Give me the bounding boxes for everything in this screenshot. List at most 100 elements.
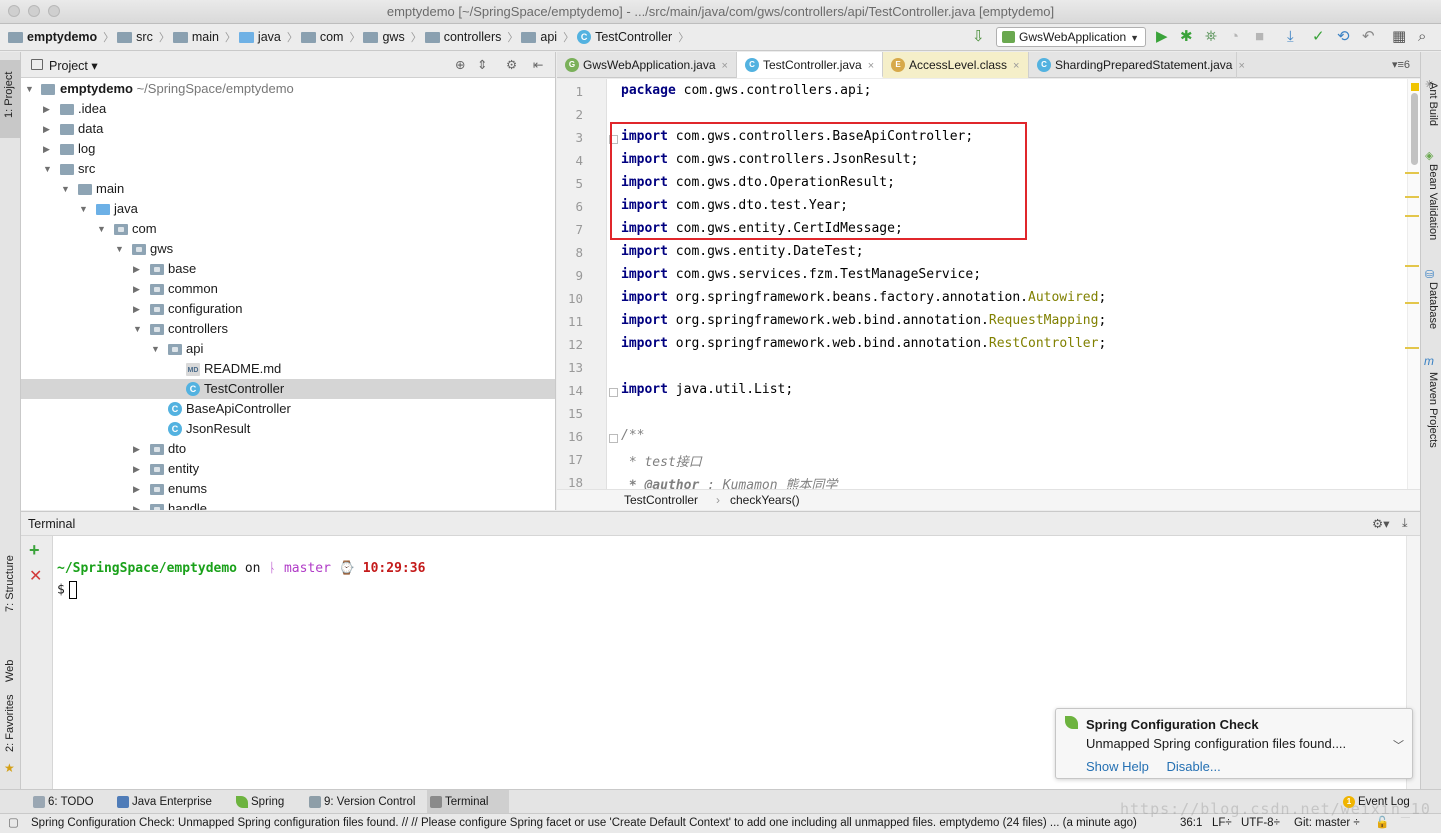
tree-item-java[interactable]: ▼ java <box>21 199 555 219</box>
breadcrumb-method[interactable]: checkYears() <box>730 490 800 510</box>
vcs-history-icon[interactable]: ⟲ <box>1337 29 1350 45</box>
line-separator[interactable]: LF÷ <box>1212 814 1232 833</box>
new-session-icon[interactable]: + <box>29 540 40 561</box>
error-stripe-mark[interactable] <box>1405 265 1419 267</box>
vcs-branch[interactable]: Git: master ÷ <box>1294 814 1360 833</box>
close-icon[interactable]: × <box>1238 60 1244 72</box>
tool-window-favorites-button[interactable]: 2: Favorites <box>4 695 16 752</box>
tree-item-api[interactable]: ▼ api <box>21 339 555 359</box>
tool-window-project-button[interactable]: 1: Project <box>0 60 21 138</box>
tab-shardingpreparedstatement[interactable]: C ShardingPreparedStatement.java × <box>1029 52 1245 78</box>
tool-window-ant-button[interactable]: Ant Build <box>1427 82 1439 126</box>
tree-item-root[interactable]: ▼ emptydemo ~/SpringSpace/emptydemo <box>21 79 555 99</box>
vcs-commit-icon[interactable]: ✓ <box>1312 29 1325 45</box>
editor-scrollbar[interactable] <box>1407 79 1420 489</box>
tree-item-src[interactable]: ▼ src <box>21 159 555 179</box>
scroll-from-source-icon[interactable]: ⊕ <box>455 57 465 72</box>
tree-item-testcontroller[interactable]: C TestController <box>21 379 555 399</box>
status-message[interactable]: Spring Configuration Check: Unmapped Spr… <box>31 814 1171 833</box>
debug-icon[interactable]: ✱ <box>1180 29 1193 45</box>
tool-window-bean-button[interactable]: Bean Validation <box>1427 164 1439 240</box>
breadcrumb-item-src[interactable]: src 〉 <box>117 29 170 45</box>
tool-window-structure-button[interactable]: 7: Structure <box>4 555 16 612</box>
tree-item-data[interactable]: ▶ data <box>21 119 555 139</box>
breadcrumb-class[interactable]: TestController <box>624 490 698 510</box>
tree-item-common[interactable]: ▶ common <box>21 279 555 299</box>
hide-icon[interactable]: ⤓ <box>1402 516 1408 531</box>
tab-spring[interactable]: Spring <box>233 790 293 814</box>
tab-java-enterprise[interactable]: Java Enterprise <box>114 790 224 814</box>
breadcrumb-item-main[interactable]: main 〉 <box>172 29 236 45</box>
lock-icon[interactable]: 🔓 <box>1375 814 1389 833</box>
tool-window-web-button[interactable]: Web <box>4 660 16 682</box>
cursor-position[interactable]: 36:1 <box>1180 814 1202 833</box>
tree-item-readme[interactable]: MD README.md <box>21 359 555 379</box>
breadcrumb-item-java[interactable]: java 〉 <box>238 29 298 45</box>
run-icon[interactable]: ▶ <box>1156 29 1168 45</box>
breadcrumb-item-testcontroller[interactable]: C TestController 〉 <box>577 29 689 45</box>
show-help-link[interactable]: Show Help <box>1086 759 1149 774</box>
collapse-all-icon[interactable]: ⇕ <box>477 57 487 72</box>
breadcrumb-item-gws[interactable]: gws 〉 <box>363 29 422 45</box>
tree-item-handle[interactable]: ▶ handle <box>21 499 555 510</box>
tab-testcontroller[interactable]: C TestController.java × <box>737 52 883 78</box>
error-stripe-mark[interactable] <box>1405 302 1419 304</box>
tree-item-main[interactable]: ▼ main <box>21 179 555 199</box>
breadcrumb-item-com[interactable]: com 〉 <box>300 29 360 45</box>
revert-icon[interactable]: ↶ <box>1362 29 1375 45</box>
gear-icon[interactable]: ⚙▾ <box>1372 516 1389 531</box>
breadcrumb-item-controllers[interactable]: controllers 〉 <box>424 29 518 45</box>
fold-icon[interactable] <box>609 434 618 443</box>
breadcrumb-item-api[interactable]: api 〉 <box>521 29 574 45</box>
tree-item-jsonresult[interactable]: C JsonResult <box>21 419 555 439</box>
status-toggle-icon[interactable]: ▢ <box>8 814 19 833</box>
search-icon[interactable]: ⌕ <box>1418 29 1426 45</box>
tree-item-base[interactable]: ▶ base <box>21 259 555 279</box>
chevron-down-icon[interactable]: ﹀ <box>1393 737 1404 753</box>
tab-accesslevel[interactable]: E AccessLevel.class × <box>883 52 1029 78</box>
disable-link[interactable]: Disable... <box>1167 759 1221 774</box>
tree-item-enums[interactable]: ▶ enums <box>21 479 555 499</box>
file-encoding[interactable]: UTF-8÷ <box>1241 814 1280 833</box>
tab-gwswebapplication[interactable]: G GwsWebApplication.java × <box>557 52 737 78</box>
gear-icon[interactable]: ⚙ <box>506 57 517 72</box>
close-icon[interactable]: × <box>868 60 874 72</box>
fold-icon[interactable] <box>609 388 618 397</box>
tree-item-log[interactable]: ▶ log <box>21 139 555 159</box>
tree-item-controllers[interactable]: ▼ controllers <box>21 319 555 339</box>
tab-todo[interactable]: 6: TODO <box>30 790 100 814</box>
tab-terminal[interactable]: Terminal <box>427 790 509 814</box>
event-log-button[interactable]: 1 Event Log <box>1340 790 1416 814</box>
tree-item-com[interactable]: ▼ com <box>21 219 555 239</box>
tool-window-maven-button[interactable]: Maven Projects <box>1427 372 1439 448</box>
error-stripe-mark[interactable] <box>1405 172 1419 174</box>
profile-icon[interactable]: ◔ <box>1230 29 1239 45</box>
error-stripe-mark[interactable] <box>1405 347 1419 349</box>
tree-item-gws[interactable]: ▼ gws <box>21 239 555 259</box>
terminal-input-line[interactable]: $ <box>57 581 77 599</box>
vcs-update-icon[interactable]: ⤓ <box>1287 29 1294 45</box>
close-icon[interactable]: × <box>722 60 728 72</box>
tree-item-configuration[interactable]: ▶ configuration <box>21 299 555 319</box>
error-stripe-mark[interactable] <box>1405 215 1419 217</box>
close-icon[interactable]: × <box>1013 60 1019 72</box>
tree-item-idea[interactable]: ▶ .idea <box>21 99 555 119</box>
tree-item-dto[interactable]: ▶ dto <box>21 439 555 459</box>
tool-window-database-button[interactable]: Database <box>1427 282 1439 329</box>
tab-version-control[interactable]: 9: Version Control <box>306 790 421 814</box>
build-icon[interactable]: ⇩ <box>972 29 985 45</box>
tree-item-entity[interactable]: ▶ entity <box>21 459 555 479</box>
close-session-icon[interactable]: ✕ <box>29 566 42 586</box>
project-view-select[interactable]: Project ▾ <box>49 58 98 73</box>
tree-item-baseapicontroller[interactable]: C BaseApiController <box>21 399 555 419</box>
code-editor[interactable]: 1 2 3 4 5 6 7 8 9 10 11 12 13 14 15 16 1… <box>557 79 1420 489</box>
scrollbar-thumb[interactable] <box>1411 93 1418 165</box>
run-configuration-select[interactable]: GwsWebApplication ▼ <box>996 27 1146 47</box>
project-structure-icon[interactable]: ▦ <box>1392 29 1406 45</box>
stop-icon[interactable]: ■ <box>1255 29 1264 45</box>
breadcrumb-item-project[interactable]: emptydemo 〉 <box>8 29 114 45</box>
error-stripe-mark[interactable] <box>1405 196 1419 198</box>
hide-icon[interactable]: ⇤ <box>533 57 543 72</box>
coverage-icon[interactable]: ⛯ <box>1205 29 1217 45</box>
fold-icon[interactable] <box>609 135 618 144</box>
